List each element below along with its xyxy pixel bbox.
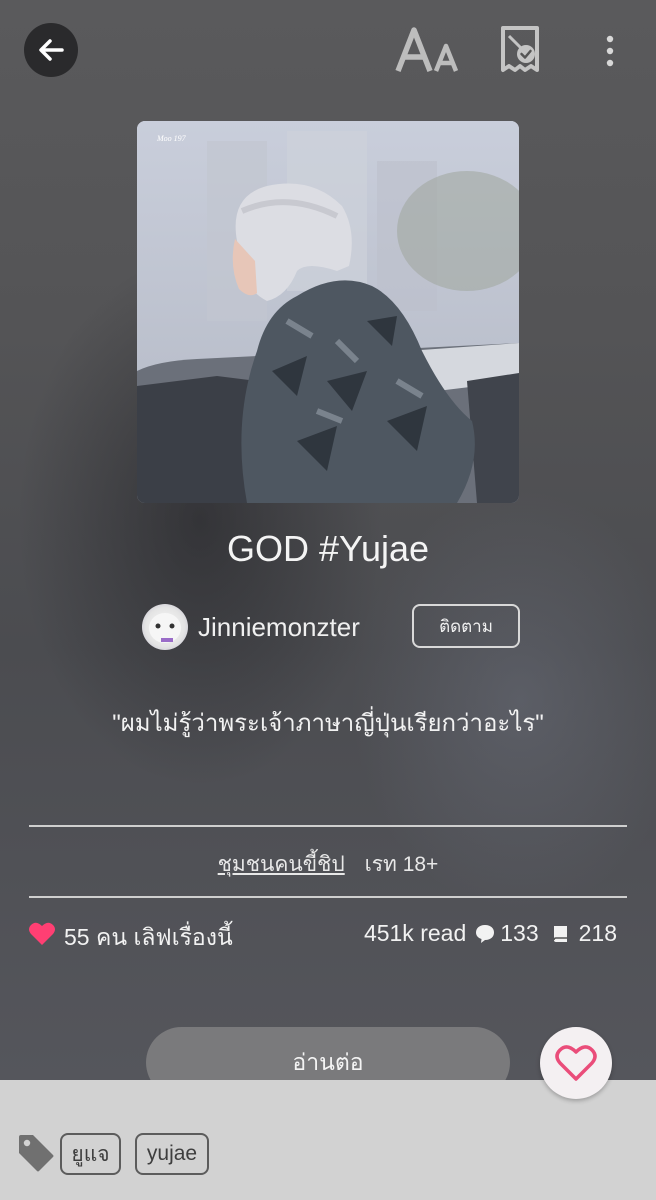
follow-button[interactable]: ติดตาม — [412, 604, 520, 648]
story-tagline: "ผมไม่รู้ว่าพระเจ้าภาษาญี่ปุ่นเรียกว่าอะ… — [112, 710, 544, 737]
tag-chip-yujae-thai[interactable]: ยูแจ — [60, 1133, 121, 1175]
author-name[interactable]: Jinniemonzter — [198, 612, 360, 643]
category-link[interactable]: ชุมชนคนขี้ชิป — [218, 853, 345, 876]
rating-label: เรท 18+ — [364, 853, 439, 876]
story-stats: 451k read 133 218 — [364, 920, 617, 947]
bookmark-check-icon[interactable] — [497, 24, 543, 74]
divider-bottom — [29, 896, 627, 898]
chapter-count: 218 — [578, 920, 617, 946]
back-button[interactable] — [24, 23, 78, 77]
favorite-button[interactable] — [540, 1027, 612, 1099]
author-info[interactable]: Jinniemonzter — [142, 603, 360, 651]
back-arrow-icon — [39, 39, 64, 61]
love-count: 55 คน เลิฟเรื่องนี้ — [28, 920, 233, 956]
read-count: 451k read — [363, 920, 467, 946]
book-icon — [552, 925, 567, 942]
heart-outline-icon — [555, 1045, 597, 1081]
cover-artwork: Moo 197 — [137, 121, 519, 503]
story-title: GOD #Yujae — [226, 528, 430, 569]
divider-top — [29, 825, 627, 827]
more-vertical-icon[interactable] — [596, 34, 624, 70]
avatar-image — [149, 613, 181, 643]
svg-text:Moo 197: Moo 197 — [156, 134, 187, 143]
love-count-text: 55 คน เลิฟเรื่องนี้ — [64, 924, 233, 950]
story-cover-image[interactable]: Moo 197 — [137, 121, 519, 503]
tag-chip-yujae[interactable]: yujae — [135, 1133, 209, 1175]
tag-icon — [19, 1135, 54, 1172]
comment-count: 133 — [500, 920, 539, 946]
story-meta: ชุมชนคนขี้ชิป เรท 18+ — [0, 848, 656, 881]
comment-icon — [476, 924, 495, 943]
author-avatar[interactable] — [142, 604, 188, 650]
heart-icon — [29, 922, 55, 945]
font-size-icon[interactable] — [394, 24, 464, 76]
